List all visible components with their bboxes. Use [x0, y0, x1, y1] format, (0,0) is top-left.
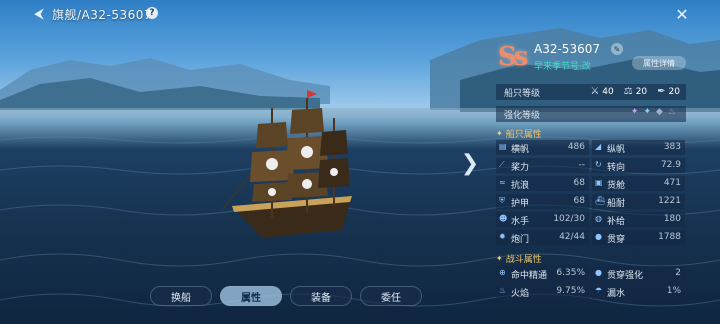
attribute-detail-button[interactable]: 属性详情 — [632, 56, 686, 70]
top-bar: ⮜ 旗舰/A32-53607 ? ✕ — [0, 0, 720, 28]
tab-attributes[interactable]: 属性 — [220, 286, 282, 306]
tab-change-ship[interactable]: 换船 — [150, 286, 212, 306]
enhance-level-label: 强化等级 — [504, 111, 541, 121]
tab-equipment[interactable]: 装备 — [290, 286, 352, 306]
stat-square-sail: ▤ 横帆 486 — [496, 140, 589, 155]
wave-icon: ≈ — [499, 178, 506, 187]
combat-level: 40 — [602, 86, 614, 97]
ship-attributes-heading: ✦ 船只属性 — [496, 127, 542, 140]
star-icon: ✦ — [496, 129, 503, 138]
cannonball-icon: ● — [595, 232, 602, 241]
water-drop-icon: ☂ — [595, 286, 603, 295]
stat-gunports: ✹ 炮门 42/44 — [496, 230, 589, 245]
cannon-icon: ✹ — [499, 232, 506, 241]
crate-icon: ▣ — [595, 178, 603, 187]
ship-level-row: 船只等级 ⚔ 40 ⚖ 20 ✒ 20 — [496, 84, 686, 100]
combat-attributes-heading: ✦ 战斗属性 — [496, 252, 542, 265]
oar-icon: ⟋ — [499, 160, 505, 169]
sailor-icon: ☻ — [499, 214, 508, 223]
trade-level: 20 — [635, 86, 648, 97]
enhance-level-row[interactable]: 强化等级 ✦ ✦ ◆ ♨ — [496, 106, 686, 122]
target-icon: ⊕ — [499, 268, 506, 277]
ship-info-panel: Ss A32-53607 ✎ 早来季节号·改 属性详情 船只等级 ⚔ 40 ⚖ 20… — [490, 38, 690, 324]
stat-hit-mastery: ⊕ 命中精通 6.35% — [496, 266, 589, 281]
flame-icon: ♨ — [667, 107, 676, 117]
star-icon: ✦ — [496, 254, 503, 263]
bottom-tab-bar: 换船 属性 装备 委任 — [150, 286, 422, 306]
fire-icon: ♨ — [499, 286, 507, 295]
sparkle-icon: ✦ — [630, 107, 639, 117]
game-screen: ⮜ 旗舰/A32-53607 ? ✕ ❯ Ss A32-53607 ✎ 早来季节… — [0, 0, 720, 324]
crossed-swords-icon: ⚔ — [590, 86, 600, 97]
stat-penetration: ● 贯穿 1788 — [592, 230, 685, 245]
ship-attributes-title: 船只属性 — [505, 130, 542, 140]
grade-badge: Ss — [498, 42, 528, 72]
stat-penetration-boost: ● 贯穿强化 2 — [592, 266, 685, 281]
stat-fore-aft-sail: ◢ 纵帆 383 — [592, 140, 685, 155]
stat-cargo: ▣ 货舱 471 — [592, 176, 685, 191]
barrel-icon: ◍ — [595, 214, 602, 223]
combat-attributes-title: 战斗属性 — [505, 255, 542, 265]
chevron-right-icon[interactable]: ❯ — [458, 150, 482, 176]
shield-icon: ⛨ — [499, 196, 505, 205]
sail-icon: ◢ — [595, 142, 602, 151]
stat-rowing: ⟋ 桨力 -- — [496, 158, 589, 173]
stat-fire: ♨ 火焰 9.75% — [496, 284, 589, 299]
back-arrow-icon[interactable]: ⮜ — [30, 6, 48, 22]
ship-name: 早来季节号·改 — [534, 62, 591, 72]
edit-icon[interactable]: ✎ — [611, 43, 623, 55]
stat-turning: ↻ 转向 72.9 — [592, 158, 685, 173]
flagship-model[interactable] — [222, 88, 362, 248]
ship-level-label: 船只等级 — [504, 89, 541, 99]
sparkle-icon: ✦ — [643, 107, 651, 117]
diamond-icon: ◆ — [656, 107, 663, 117]
quill-icon: ✒ — [657, 86, 666, 97]
ship-id: A32-53607 — [534, 42, 600, 56]
tab-appointment[interactable]: 委任 — [360, 286, 422, 306]
turn-icon: ↻ — [595, 160, 602, 169]
cannonball-icon: ● — [595, 268, 602, 277]
stat-durability: ⛴ 船耐 1221 — [592, 194, 685, 209]
close-icon[interactable]: ✕ — [672, 4, 692, 24]
stat-wave-resist: ≈ 抗浪 68 — [496, 176, 589, 191]
page-title: 旗舰/A32-53607 — [52, 8, 153, 22]
stat-supply: ◍ 补给 180 — [592, 212, 685, 227]
stat-armor: ⛨ 护甲 68 — [496, 194, 589, 209]
help-button[interactable]: ? — [146, 7, 158, 19]
stat-leak: ☂ 漏水 1% — [592, 284, 685, 299]
scales-icon: ⚖ — [623, 86, 633, 97]
sail-icon: ▤ — [499, 142, 507, 151]
hull-icon: ⛴ — [595, 196, 606, 205]
adventure-level: 20 — [668, 86, 680, 97]
stat-sailors: ☻ 水手 102/30 — [496, 212, 589, 227]
